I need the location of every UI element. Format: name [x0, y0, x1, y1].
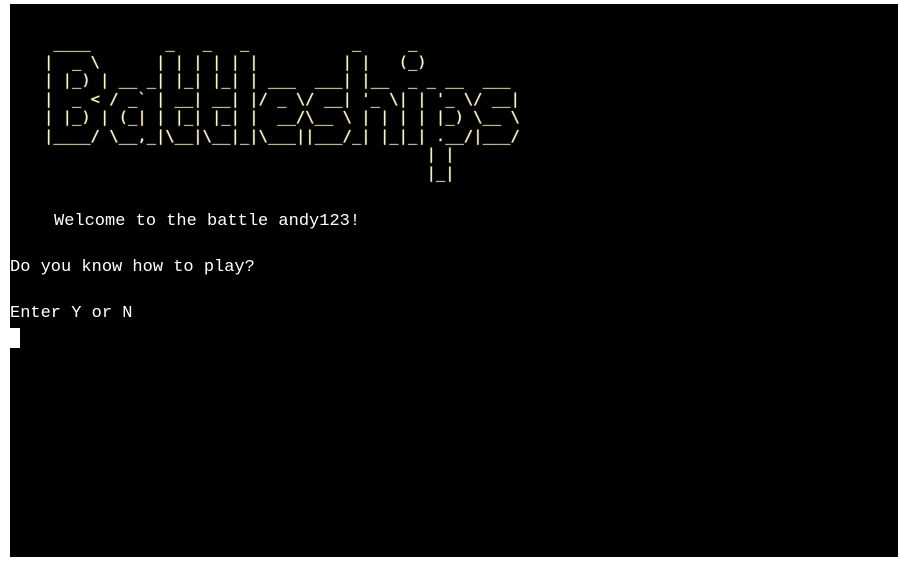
play-question: Do you know how to play?	[10, 258, 255, 277]
banner-line: | _ \ | | | | | | | | (_)	[44, 52, 530, 71]
input-prompt: Enter Y or N	[10, 304, 133, 323]
text-cursor[interactable]	[10, 328, 20, 348]
banner-line: ____ _ _ _ _ _	[44, 34, 530, 52]
banner-line: | |	[44, 145, 530, 163]
banner-line: | _ < / _` | __| __| |/ _ \/ __| '_ \| |…	[44, 89, 520, 108]
banner-line: |_|	[44, 163, 530, 182]
terminal-window[interactable]: ____ _ _ _ _ _ | _ \ | | | | | | | | (_)…	[10, 4, 898, 557]
banner-line: |____/ \__,_|\__|\__|_|\___||___/_| |_|_…	[44, 126, 520, 145]
banner-line: | |_) | __ _| |_| |_| | ___ ___| |__ _ _…	[44, 71, 520, 89]
battleships-ascii-banner: ____ _ _ _ _ _ | _ \ | | | | | | | | (_)…	[44, 34, 529, 182]
banner-line: | |_) | (_| | |_| |_| | __/\__ \ | | | |…	[44, 108, 520, 126]
welcome-message: Welcome to the battle andy123!	[54, 212, 361, 231]
